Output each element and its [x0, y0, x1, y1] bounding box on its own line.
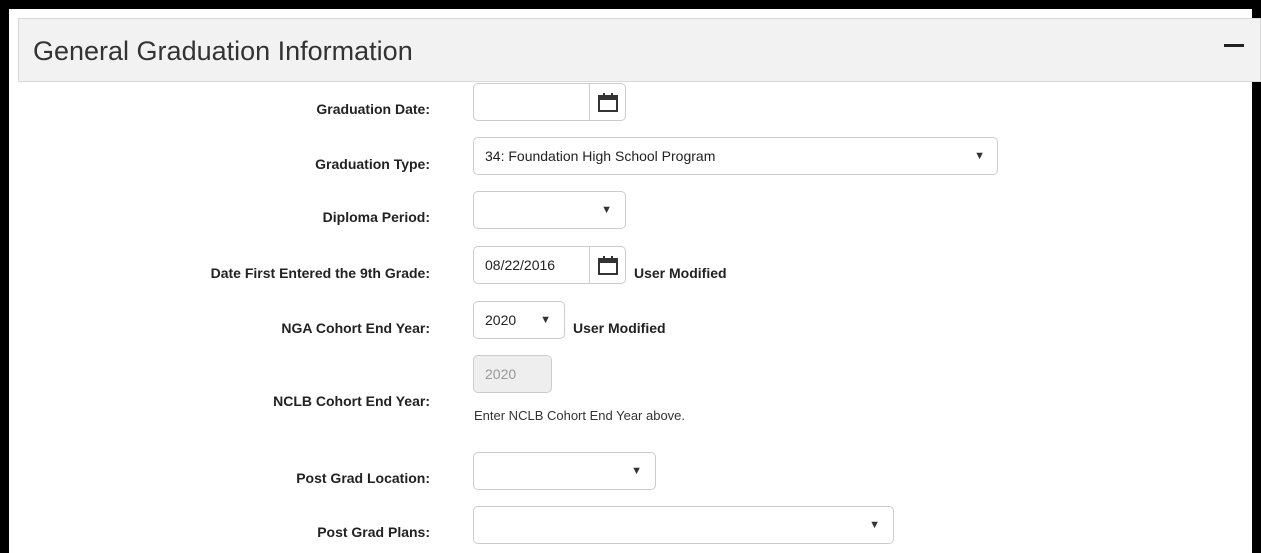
graduation-type-value: 34: Foundation High School Program: [485, 148, 716, 164]
nga-cohort-value: 2020: [485, 312, 517, 328]
post-grad-location-label: Post Grad Location:: [296, 470, 430, 486]
post-grad-plans-select[interactable]: ▼: [473, 506, 894, 544]
calendar-icon: [598, 256, 618, 275]
post-grad-plans-label: Post Grad Plans:: [317, 524, 430, 540]
graduation-date-label: Graduation Date:: [316, 101, 430, 117]
date-first-9th-modified-note: User Modified: [634, 265, 727, 281]
nga-cohort-modified-note: User Modified: [573, 320, 666, 336]
graduation-panel: General Graduation Information Graduatio…: [0, 0, 1261, 553]
nclb-cohort-helper-text: Enter NCLB Cohort End Year above.: [474, 408, 686, 423]
caret-down-icon: ▼: [601, 204, 612, 216]
graduation-date-calendar-button[interactable]: [589, 84, 625, 120]
date-first-9th-value: 08/22/2016: [485, 257, 556, 273]
graduation-type-label: Graduation Type:: [315, 156, 430, 172]
panel-title: General Graduation Information: [33, 36, 413, 66]
date-first-9th-calendar-button[interactable]: [589, 247, 625, 283]
post-grad-location-select[interactable]: ▼: [473, 452, 656, 490]
caret-down-icon: ▼: [869, 519, 880, 531]
caret-down-icon: ▼: [974, 150, 985, 162]
collapse-button[interactable]: [1214, 31, 1254, 61]
nclb-cohort-value: 2020: [485, 366, 517, 382]
diploma-period-select[interactable]: ▼: [473, 191, 626, 229]
graduation-type-select[interactable]: 34: Foundation High School Program ▼: [473, 137, 998, 175]
diploma-period-label: Diploma Period:: [322, 209, 430, 225]
date-first-9th-field[interactable]: 08/22/2016: [473, 246, 626, 284]
panel-header: General Graduation Information: [18, 18, 1261, 82]
caret-down-icon: ▼: [540, 314, 551, 326]
nclb-cohort-label: NCLB Cohort End Year:: [273, 393, 430, 409]
caret-down-icon: ▼: [631, 465, 642, 477]
nclb-cohort-field: 2020: [473, 355, 552, 393]
calendar-icon: [598, 93, 618, 112]
nga-cohort-select[interactable]: 2020 ▼: [473, 301, 565, 339]
date-first-9th-label: Date First Entered the 9th Grade:: [210, 265, 430, 281]
minus-icon: [1224, 44, 1244, 47]
graduation-date-field[interactable]: [473, 83, 626, 121]
nga-cohort-label: NGA Cohort End Year:: [281, 320, 430, 336]
